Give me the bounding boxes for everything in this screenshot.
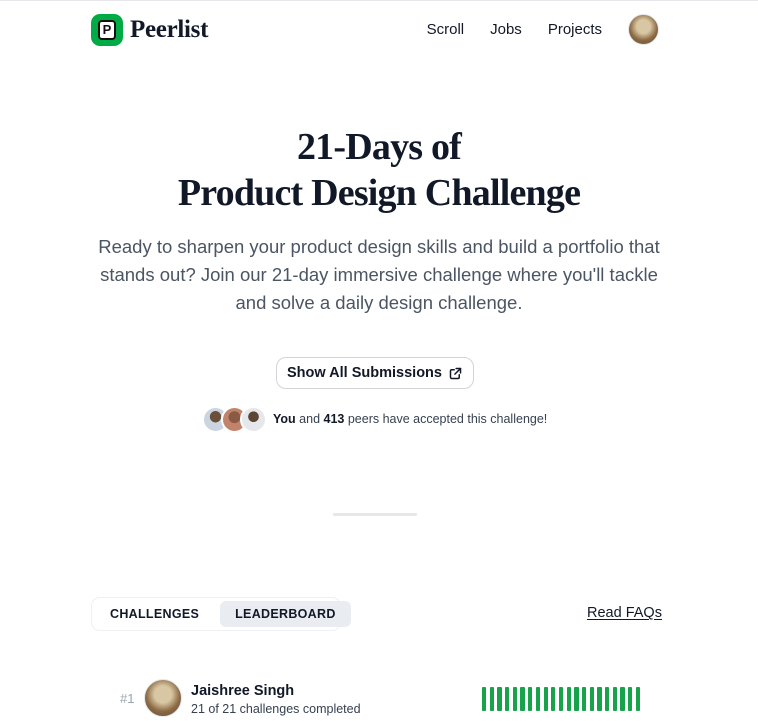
challenge-tabs: CHALLENGES LEADERBOARD: [91, 597, 351, 631]
progress-bar-segment: [543, 687, 548, 711]
progress-bar-segment: [620, 687, 625, 711]
nav-item-scroll[interactable]: Scroll: [427, 21, 465, 38]
progress-bar-segment: [497, 687, 502, 711]
leaderboard-name: Jaishree Singh: [191, 683, 295, 699]
progress-bar-segment: [581, 687, 587, 711]
progress-bar-segment: [597, 687, 602, 711]
progress-bar-segment: [612, 687, 617, 711]
title-line-1: 21-Days of: [296, 126, 462, 168]
progress-bar-segment: [566, 687, 571, 711]
progress-bar-segment: [520, 687, 525, 711]
page-title: 21-Days of Product Design Challenge: [0, 124, 758, 216]
progress-bar-segment: [535, 687, 541, 711]
submissions-button-label: Show All Submissions: [287, 365, 442, 381]
progress-bar-segment: [589, 687, 594, 711]
progress-bar-segment: [505, 687, 510, 711]
progress-bar-segment: [551, 687, 556, 711]
progress-bar-segment: [574, 687, 579, 711]
read-faqs-link[interactable]: Read FAQs: [587, 605, 662, 621]
progress-bars: [482, 687, 641, 711]
peers-and: and: [295, 412, 324, 426]
progress-bar-segment: [489, 687, 494, 711]
peers-you: You: [273, 412, 296, 426]
progress-bar-segment: [635, 687, 641, 711]
progress-bar-segment: [628, 687, 633, 711]
peerlist-logo-icon: P: [91, 13, 123, 46]
tab-challenges[interactable]: CHALLENGES: [95, 601, 214, 627]
progress-bar-segment: [482, 687, 487, 711]
user-avatar[interactable]: [628, 14, 659, 45]
leaderboard-progress-text: 21 of 21 challenges completed: [191, 702, 361, 716]
progress-bar-segment: [512, 687, 518, 711]
tab-leaderboard[interactable]: LEADERBOARD: [220, 601, 351, 627]
external-link-icon: [449, 367, 462, 379]
peers-accepted: You and 413 peers have accepted this cha…: [202, 405, 547, 433]
progress-bar-segment: [605, 687, 610, 711]
peers-count: 413: [323, 412, 345, 426]
logo-letter: P: [98, 19, 116, 40]
brand-name: Peerlist: [130, 15, 209, 43]
section-divider: [333, 513, 417, 516]
peers-suffix: peers have accepted this challenge!: [344, 412, 548, 426]
show-all-submissions-button[interactable]: Show All Submissions: [276, 357, 474, 389]
site-header: P Peerlist Scroll Jobs Projects: [91, 13, 659, 46]
nav-item-projects[interactable]: Projects: [548, 21, 602, 38]
leaderboard-row[interactable]: #1 Jaishree Singh 21 of 21 challenges co…: [120, 679, 648, 719]
peer-avatar: [240, 405, 267, 433]
brand-logo[interactable]: P Peerlist: [91, 13, 209, 46]
leaderboard-rank: #1: [120, 691, 135, 706]
title-line-2: Product Design Challenge: [177, 172, 581, 214]
progress-bar-segment: [558, 687, 564, 711]
top-border: [0, 0, 758, 1]
avatar: [144, 679, 182, 717]
hero-description: Ready to sharpen your product design ski…: [98, 236, 660, 313]
nav-item-jobs[interactable]: Jobs: [490, 21, 522, 38]
main-nav: Scroll Jobs Projects: [427, 14, 659, 45]
peers-text: You and 413 peers have accepted this cha…: [273, 412, 547, 426]
progress-bar-segment: [528, 687, 533, 711]
